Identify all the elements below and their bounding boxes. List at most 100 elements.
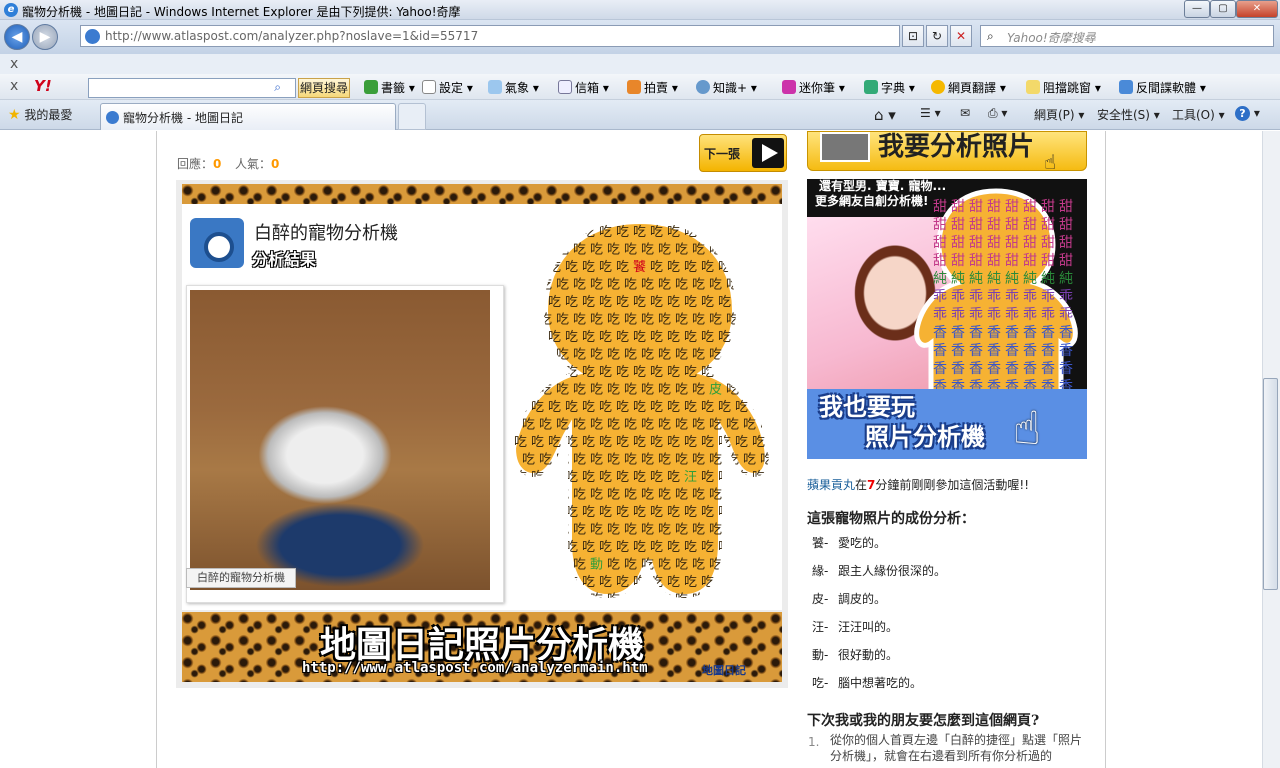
analyzer-ad-banner[interactable]: 甜甜甜甜甜甜甜甜甜甜甜甜甜甜甜甜甜甜甜甜甜甜甜甜甜甜甜甜甜甜甜甜純純純純純純純純… (807, 179, 1087, 459)
svg-text:吃: 吃 (718, 399, 731, 415)
svg-text:吃: 吃 (607, 452, 620, 468)
svg-text:吃: 吃 (522, 417, 535, 433)
svg-text:甜: 甜 (1059, 199, 1073, 215)
web-search-button[interactable]: 網頁搜尋 (298, 78, 350, 98)
svg-text:吃: 吃 (752, 574, 765, 590)
svg-text:吃: 吃 (752, 434, 765, 450)
svg-text:吃: 吃 (573, 277, 586, 293)
toolbar-translate[interactable]: 網頁翻譯 ▾ (931, 79, 1006, 96)
svg-text:吃: 吃 (599, 434, 612, 450)
svg-text:吃: 吃 (590, 347, 603, 363)
svg-text:香: 香 (969, 343, 983, 359)
svg-text:吃: 吃 (735, 224, 748, 240)
svg-text:乖: 乖 (987, 307, 1001, 323)
help-menu[interactable]: ? ▾ (1235, 106, 1260, 121)
svg-text:吃: 吃 (624, 242, 637, 258)
bookmark-icon (364, 80, 378, 94)
analyze-my-photo-button[interactable]: 我要分析照片 ☝ (807, 131, 1087, 171)
svg-text:吃: 吃 (701, 294, 714, 310)
refresh-button[interactable]: ↻ (926, 25, 948, 47)
svg-text:吃: 吃 (667, 364, 680, 380)
toolbar-popup-blocker[interactable]: 阻擋跳窗 ▾ (1026, 79, 1101, 96)
home-button[interactable]: ⌂ ▾ (874, 106, 896, 124)
address-bar[interactable]: http://www.atlaspost.com/analyzer.php?no… (80, 25, 900, 47)
svg-text:香: 香 (1059, 325, 1073, 341)
svg-text:乖: 乖 (969, 289, 983, 305)
svg-text:吃: 吃 (599, 294, 612, 310)
svg-text:吃: 吃 (616, 294, 629, 310)
toolbar-settings[interactable]: 設定 ▾ (422, 79, 473, 96)
leopard-border-top (182, 184, 782, 204)
back-button[interactable]: ◀ (4, 24, 30, 50)
svg-text:吃: 吃 (616, 259, 629, 275)
analyzer-banner[interactable]: 地圖日記照片分析機 http://www.atlaspost.com/analy… (182, 612, 782, 682)
analysis-heading: 這張寵物照片的成份分析： (807, 511, 975, 527)
favorites-button[interactable]: ★ 我的最愛 (8, 106, 72, 123)
scrollbar-thumb[interactable] (1263, 378, 1278, 590)
svg-text:吃: 吃 (539, 452, 552, 468)
svg-text:吃: 吃 (531, 539, 544, 555)
toolbar-weather[interactable]: 氣象 ▾ (488, 79, 539, 96)
banner-logo: 地圖日記 (702, 664, 746, 677)
search-box[interactable]: ⌕ Yahoo!奇摩搜尋 (980, 25, 1274, 47)
svg-text:吃: 吃 (624, 417, 637, 433)
next-photo-button[interactable]: 下一張 (699, 134, 787, 172)
svg-text:吃: 吃 (675, 417, 688, 433)
yahoo-search-input[interactable]: ⌕ (88, 78, 296, 98)
recent-activity: 蘋果貢丸在7分鐘前剛剛參加這個活動喔!! (807, 478, 1030, 492)
svg-text:吃: 吃 (590, 487, 603, 503)
svg-text:吃: 吃 (650, 504, 663, 520)
minimize-button[interactable]: — (1184, 0, 1210, 18)
address-url[interactable]: http://www.atlaspost.com/analyzer.php?no… (105, 29, 478, 43)
toolbar-knowledge[interactable]: 知識+ ▾ (696, 79, 757, 96)
svg-text:吃: 吃 (735, 434, 748, 450)
toolbar-mini-notes[interactable]: 迷你筆 ▾ (782, 79, 845, 96)
svg-text:甜: 甜 (1023, 253, 1037, 269)
analysis-item: 吃- 腦中想著吃的。 (812, 676, 923, 690)
tab-active[interactable]: 寵物分析機 - 地圖日記 (100, 103, 396, 130)
feeds-button[interactable]: ☰ ▾ (920, 106, 941, 120)
svg-text:吃: 吃 (658, 347, 671, 363)
svg-text:吃: 吃 (760, 242, 773, 258)
svg-text:吃: 吃 (633, 329, 646, 345)
close-yahoo-toolbar-icon[interactable]: x (10, 78, 18, 94)
svg-text:吃: 吃 (658, 312, 671, 328)
read-mail-button[interactable]: ✉ (960, 106, 970, 120)
svg-text:吃: 吃 (573, 347, 586, 363)
yahoo-logo[interactable]: Y! (34, 77, 52, 95)
svg-text:吃: 吃 (752, 539, 765, 555)
toolbar-antispyware[interactable]: 反間諜軟體 ▾ (1119, 79, 1206, 96)
close-window-button[interactable]: ✕ (1236, 0, 1278, 18)
svg-text:甜: 甜 (1059, 217, 1073, 233)
print-button[interactable]: ⎙ ▾ (988, 106, 1007, 121)
svg-text:吃: 吃 (522, 487, 535, 503)
translate-icon (931, 80, 945, 94)
svg-text:吃: 吃 (616, 504, 629, 520)
svg-text:乖: 乖 (951, 289, 965, 305)
page-menu[interactable]: 網頁(P) ▾ (1034, 106, 1084, 123)
svg-text:甜: 甜 (951, 217, 965, 233)
svg-text:吃: 吃 (556, 312, 569, 328)
svg-text:甜: 甜 (1005, 253, 1019, 269)
svg-text:吃: 吃 (650, 294, 663, 310)
new-tab-button[interactable] (398, 103, 426, 130)
forward-button[interactable]: ▶ (32, 24, 58, 50)
stop-button[interactable]: ✕ (950, 25, 972, 47)
toolbar-mail[interactable]: 信箱 ▾ (558, 79, 609, 96)
svg-text:吃: 吃 (718, 224, 731, 240)
safety-menu[interactable]: 安全性(S) ▾ (1097, 106, 1160, 123)
tools-menu[interactable]: 工具(O) ▾ (1172, 106, 1225, 123)
svg-text:吃: 吃 (718, 329, 731, 345)
hand-cursor-icon: ☝ (1044, 150, 1057, 171)
svg-text:香: 香 (933, 361, 947, 377)
svg-text:吃: 吃 (658, 522, 671, 538)
compatibility-view-button[interactable]: ⊡ (902, 25, 924, 47)
toolbar-auction[interactable]: 拍賣 ▾ (627, 79, 678, 96)
maximize-button[interactable]: ▢ (1210, 0, 1236, 18)
activity-user-link[interactable]: 蘋果貢丸 (807, 478, 855, 492)
svg-text:吃: 吃 (599, 574, 612, 590)
close-toolbar-icon[interactable]: x (10, 56, 18, 72)
toolbar-dictionary[interactable]: 字典 ▾ (864, 79, 915, 96)
toolbar-bookmarks[interactable]: 書籤 ▾ (364, 79, 415, 96)
svg-text:吃: 吃 (548, 399, 561, 415)
